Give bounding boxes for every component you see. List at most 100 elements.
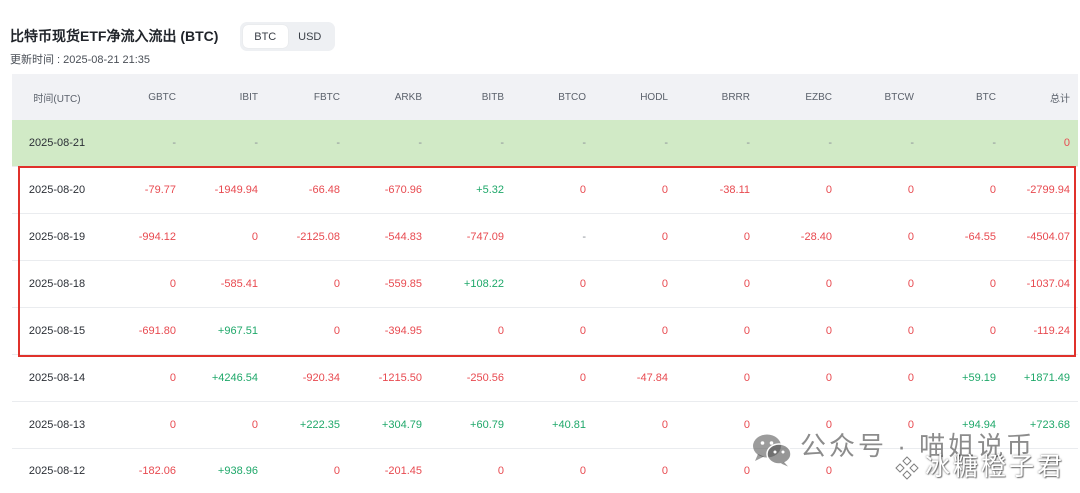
cell-total: -1037.04 bbox=[1026, 278, 1070, 290]
table-row: 2025-08-20 -79.77 -1949.94 -66.48 -670.96 +5.… bbox=[12, 167, 1078, 214]
cell-total: -2799.94 bbox=[1026, 184, 1070, 196]
cell-fbtc: -920.34 bbox=[302, 372, 340, 384]
column-header-fbtc: FBTC bbox=[313, 91, 340, 103]
cell-arkb: +304.79 bbox=[381, 419, 422, 431]
cell-btc: +94.94 bbox=[962, 419, 996, 431]
cell-fbtc: -2125.08 bbox=[296, 231, 340, 243]
cell-gbtc: -994.12 bbox=[138, 231, 176, 243]
cell-ibit: - bbox=[254, 137, 258, 149]
cell-btcw: 0 bbox=[907, 325, 914, 337]
column-header-brrr: BRRR bbox=[721, 91, 750, 103]
column-header-ezbc: EZBC bbox=[805, 91, 832, 103]
row-date: 2025-08-15 bbox=[28, 325, 86, 337]
cell-arkb: -394.95 bbox=[384, 325, 422, 337]
cell-hodl: 0 bbox=[661, 231, 668, 243]
cell-arkb: -559.85 bbox=[384, 278, 422, 290]
cell-btco: 0 bbox=[579, 465, 586, 477]
cell-fbtc: 0 bbox=[333, 278, 340, 290]
cell-ezbc: 0 bbox=[825, 278, 832, 290]
column-header-time: 时间(UTC) bbox=[33, 93, 81, 105]
column-header-bitb: BITB bbox=[481, 91, 504, 103]
update-time: 更新时间 : 2025-08-21 21:35 bbox=[10, 54, 151, 66]
cell-ezbc: -28.40 bbox=[800, 231, 832, 243]
cell-gbtc: 0 bbox=[169, 372, 176, 384]
cell-ezbc: - bbox=[828, 137, 832, 149]
cell-bitb: -747.09 bbox=[466, 231, 504, 243]
cell-gbtc: 0 bbox=[169, 419, 176, 431]
cell-btco: 0 bbox=[579, 184, 586, 196]
cell-btc: 0 bbox=[989, 278, 996, 290]
cell-ibit: +4246.54 bbox=[211, 372, 258, 384]
cell-ibit: +967.51 bbox=[217, 325, 258, 337]
cell-hodl: - bbox=[664, 137, 668, 149]
cell-ibit: +938.96 bbox=[217, 465, 258, 477]
table-row: 2025-08-14 0 +4246.54 -920.34 -1215.50 -250.5… bbox=[12, 355, 1078, 402]
cell-brrr: 0 bbox=[743, 325, 750, 337]
cell-bitb: -250.56 bbox=[466, 372, 504, 384]
cell-btco: 0 bbox=[579, 372, 586, 384]
cell-total: +1871.49 bbox=[1023, 372, 1070, 384]
cell-btcw: - bbox=[910, 137, 914, 149]
cell-hodl: 0 bbox=[661, 278, 668, 290]
cell-fbtc: 0 bbox=[333, 465, 340, 477]
cell-brrr: 0 bbox=[743, 231, 750, 243]
cell-ibit: -585.41 bbox=[220, 278, 258, 290]
cell-hodl: 0 bbox=[661, 325, 668, 337]
diamond-logo-icon bbox=[895, 456, 919, 480]
cell-btcw: 0 bbox=[907, 231, 914, 243]
cell-ezbc: 0 bbox=[825, 325, 832, 337]
cell-brrr: - bbox=[746, 137, 750, 149]
cell-btc: - bbox=[992, 137, 996, 149]
column-header-ibit: IBIT bbox=[239, 91, 258, 103]
cell-btc: +59.19 bbox=[962, 372, 996, 384]
cell-gbtc: -691.80 bbox=[138, 325, 176, 337]
cell-gbtc: 0 bbox=[169, 278, 176, 290]
cell-bitb: 0 bbox=[497, 465, 504, 477]
cell-btc: 0 bbox=[989, 184, 996, 196]
cell-btcw: 0 bbox=[907, 184, 914, 196]
column-header-gbtc: GBTC bbox=[148, 91, 176, 103]
cell-brrr: 0 bbox=[743, 419, 750, 431]
table-row: 2025-08-19 -994.12 0 -2125.08 -544.83 -747.09… bbox=[12, 214, 1078, 261]
toggle-usd-button[interactable]: USD bbox=[288, 25, 333, 48]
row-date: 2025-08-12 bbox=[28, 465, 86, 477]
cell-bitb: +5.32 bbox=[476, 184, 504, 196]
cell-gbtc: - bbox=[172, 137, 176, 149]
toggle-btc-button[interactable]: BTC bbox=[243, 25, 288, 48]
cell-hodl: 0 bbox=[661, 184, 668, 196]
cell-btco: - bbox=[582, 231, 586, 243]
cell-btco: 0 bbox=[579, 278, 586, 290]
column-header-btco: BTCO bbox=[558, 91, 586, 103]
cell-fbtc: -66.48 bbox=[308, 184, 340, 196]
row-date: 2025-08-13 bbox=[28, 419, 86, 431]
row-date: 2025-08-20 bbox=[28, 184, 86, 196]
column-header-total: 总计 bbox=[1050, 93, 1070, 105]
cell-hodl: -47.84 bbox=[636, 372, 668, 384]
cell-btc: -64.55 bbox=[964, 231, 996, 243]
cell-arkb: -544.83 bbox=[384, 231, 422, 243]
column-header-btcw: BTCW bbox=[884, 91, 914, 103]
cell-btcw: 0 bbox=[907, 278, 914, 290]
cell-ezbc: 0 bbox=[825, 184, 832, 196]
etf-flow-page: 比特币现货ETF净流入流出 (BTC) BTC USD 更新时间 : 2025-… bbox=[0, 0, 1080, 493]
cell-fbtc: - bbox=[336, 137, 340, 149]
watermark-text-2: 冰糖橙子君 bbox=[925, 453, 1066, 481]
cell-hodl: 0 bbox=[661, 419, 668, 431]
unit-toggle: BTC USD bbox=[240, 22, 335, 51]
page-title: 比特币现货ETF净流入流出 (BTC) bbox=[10, 28, 219, 44]
cell-ibit: 0 bbox=[251, 231, 258, 243]
cell-brrr: 0 bbox=[743, 465, 750, 477]
row-date: 2025-08-14 bbox=[28, 372, 86, 384]
cell-btcw: 0 bbox=[907, 372, 914, 384]
cell-ezbc: 0 bbox=[825, 419, 832, 431]
cell-btco: - bbox=[582, 137, 586, 149]
row-date: 2025-08-19 bbox=[28, 231, 86, 243]
cell-arkb: - bbox=[418, 137, 422, 149]
table-row: 2025-08-18 0 -585.41 0 -559.85 +108.22 0 0 0 0 0 0 -… bbox=[12, 261, 1078, 308]
column-header-arkb: ARKB bbox=[394, 91, 422, 103]
cell-total: 0 bbox=[1063, 137, 1070, 149]
column-header-hodl: HODL bbox=[640, 91, 668, 103]
column-header-btc: BTC bbox=[976, 91, 996, 103]
cell-btco: 0 bbox=[579, 325, 586, 337]
wechat-icon bbox=[753, 434, 792, 467]
